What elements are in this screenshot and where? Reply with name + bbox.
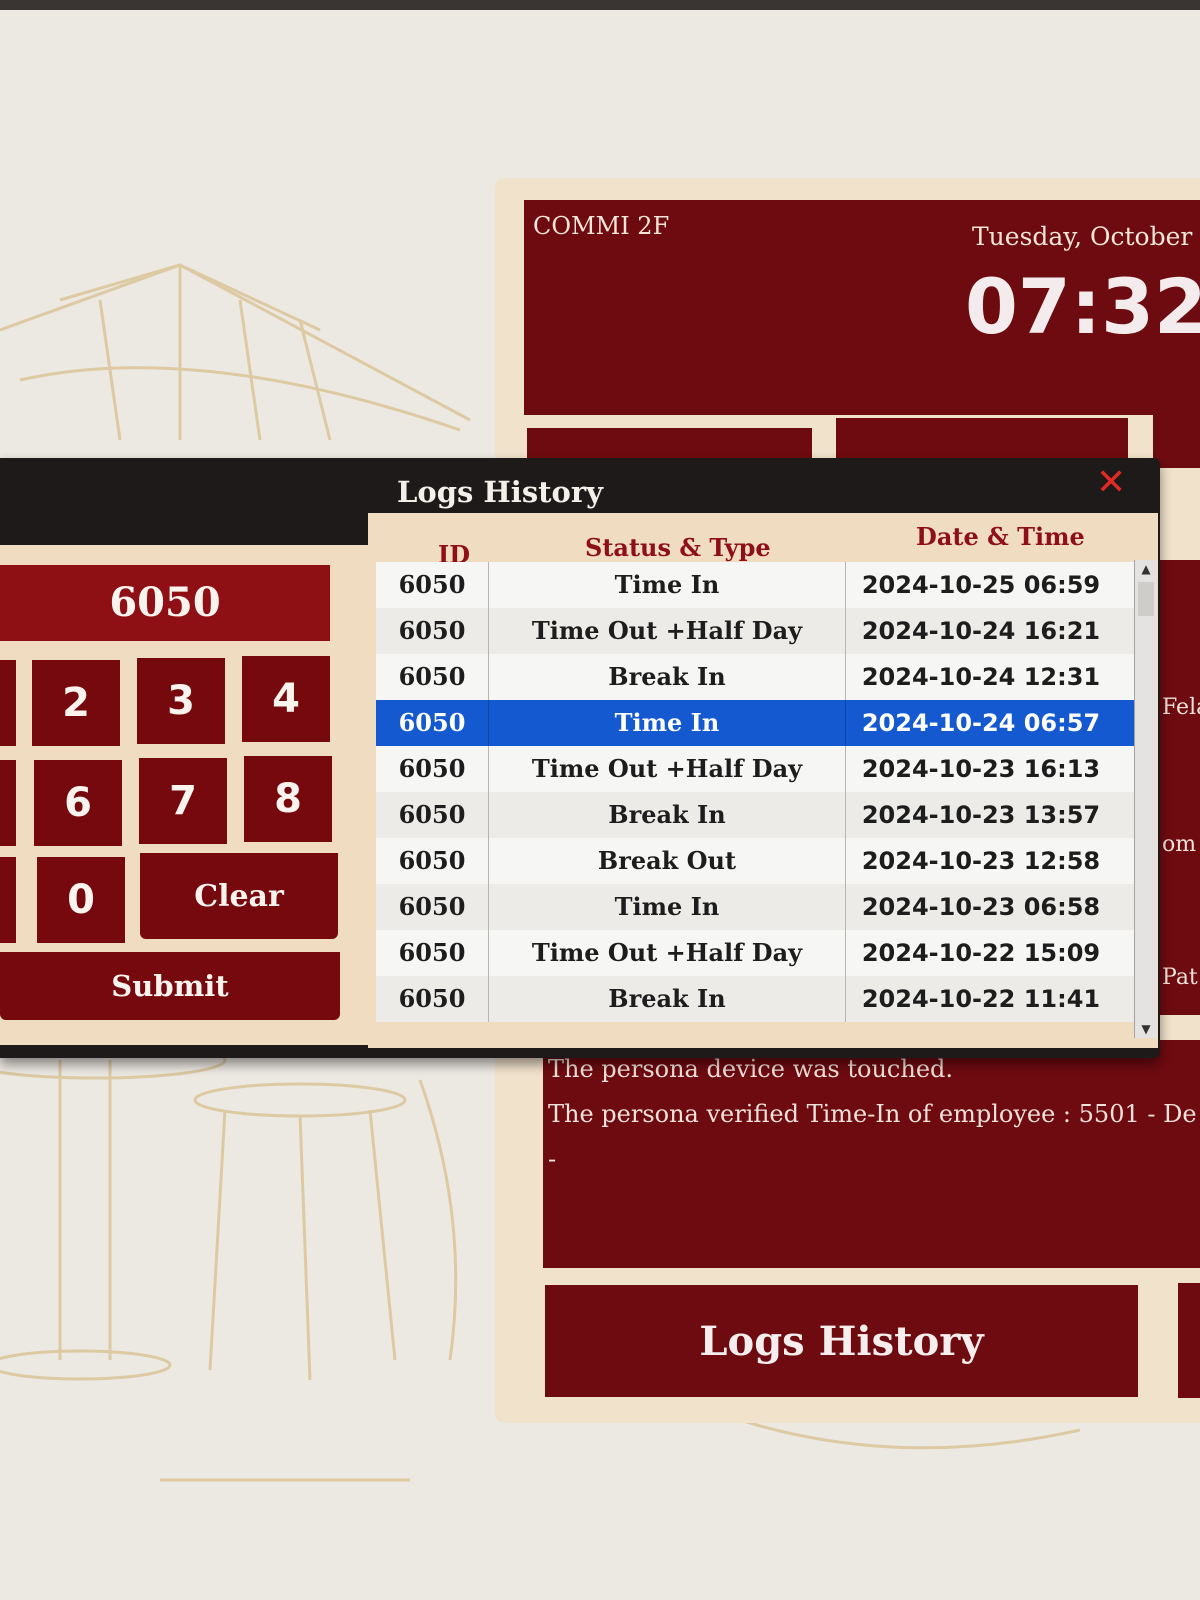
cell-datetime: 2024-10-25 06:59 xyxy=(861,571,1101,599)
table-row[interactable]: 6050 Time In 2024-10-25 06:59 xyxy=(376,562,1136,608)
employee-name: Pat xyxy=(1162,965,1198,990)
cell-datetime: 2024-10-24 12:31 xyxy=(861,663,1101,691)
cell-status: Time In xyxy=(489,884,846,930)
key-3[interactable]: 3 xyxy=(137,658,225,744)
key-7[interactable]: 7 xyxy=(139,758,227,844)
table-row[interactable]: 6050 Break In 2024-10-23 13:57 xyxy=(376,792,1136,838)
cell-id: 6050 xyxy=(376,608,489,654)
cell-datetime: 2024-10-23 12:58 xyxy=(861,847,1101,875)
clear-button[interactable]: Clear xyxy=(140,853,338,939)
cell-datetime: 2024-10-23 16:13 xyxy=(861,755,1101,783)
cell-status: Break In xyxy=(489,654,846,700)
cell-status: Break In xyxy=(489,976,846,1022)
cell-datetime: 2024-10-24 16:21 xyxy=(861,617,1101,645)
logs-table[interactable]: 6050 Time In 2024-10-25 06:59 6050 Time … xyxy=(376,562,1136,1038)
cell-status: Time Out +Half Day xyxy=(489,930,846,976)
cell-status: Time In xyxy=(489,700,846,746)
dialog-title: Logs History xyxy=(396,475,604,509)
logs-history-button[interactable]: Logs History xyxy=(545,1285,1138,1397)
cell-id: 6050 xyxy=(376,700,489,746)
key-2[interactable]: 2 xyxy=(32,660,120,746)
pin-display[interactable]: 6050 xyxy=(0,565,330,641)
cell-id: 6050 xyxy=(376,976,489,1022)
key-6[interactable]: 6 xyxy=(34,760,122,846)
submit-button[interactable]: Submit xyxy=(0,952,340,1020)
location-label: COMMI 2F xyxy=(533,212,670,240)
key-partial[interactable] xyxy=(0,760,16,846)
cell-status: Break In xyxy=(489,792,846,838)
key-0[interactable]: 0 xyxy=(37,857,125,943)
column-header-status: Status & Type xyxy=(585,533,771,562)
scroll-thumb[interactable] xyxy=(1138,582,1154,616)
cell-status: Break Out xyxy=(489,838,846,884)
employee-name: om xyxy=(1162,832,1197,857)
cell-datetime: 2024-10-24 06:57 xyxy=(861,709,1101,737)
cell-status: Time In xyxy=(489,562,846,608)
cell-datetime: 2024-10-23 06:58 xyxy=(861,893,1101,921)
key-partial[interactable] xyxy=(0,660,16,746)
screen-edge xyxy=(0,0,1200,10)
scroll-up-icon[interactable]: ▲ xyxy=(1135,560,1157,578)
cell-id: 6050 xyxy=(376,654,489,700)
key-8[interactable]: 8 xyxy=(244,756,332,842)
activity-message: The persona verified Time-In of employee… xyxy=(548,1100,1197,1128)
table-scrollbar[interactable]: ▲ ▼ xyxy=(1134,560,1157,1038)
cell-id: 6050 xyxy=(376,930,489,976)
scroll-down-icon[interactable]: ▼ xyxy=(1135,1020,1157,1038)
activity-message: The persona device was touched. xyxy=(548,1055,954,1083)
action-button[interactable] xyxy=(1178,1283,1200,1398)
table-row[interactable]: 6050 Break In 2024-10-24 12:31 xyxy=(376,654,1136,700)
key-4[interactable]: 4 xyxy=(242,656,330,742)
cell-id: 6050 xyxy=(376,562,489,608)
table-row[interactable]: 6050 Break Out 2024-10-23 12:58 xyxy=(376,838,1136,884)
table-row[interactable]: 6050 Time Out +Half Day 2024-10-24 16:21 xyxy=(376,608,1136,654)
cell-status: Time Out +Half Day xyxy=(489,746,846,792)
cell-status: Time Out +Half Day xyxy=(489,608,846,654)
table-row[interactable]: 6050 Time Out +Half Day 2024-10-22 15:09 xyxy=(376,930,1136,976)
cell-datetime: 2024-10-22 11:41 xyxy=(861,985,1101,1013)
table-row[interactable]: 6050 Time In 2024-10-23 06:58 xyxy=(376,884,1136,930)
cell-id: 6050 xyxy=(376,838,489,884)
table-row[interactable]: 6050 Time Out +Half Day 2024-10-23 16:13 xyxy=(376,746,1136,792)
table-row[interactable]: 6050 Break In 2024-10-22 11:41 xyxy=(376,976,1136,1022)
column-header-datetime: Date & Time xyxy=(916,522,1085,551)
status-tile[interactable] xyxy=(1153,414,1200,468)
key-partial[interactable] xyxy=(0,857,16,943)
current-date: Tuesday, October xyxy=(972,222,1193,251)
current-time: 07:32 xyxy=(965,262,1200,351)
employee-list-panel xyxy=(1160,560,1200,1015)
cell-id: 6050 xyxy=(376,792,489,838)
cell-datetime: 2024-10-22 15:09 xyxy=(861,939,1101,967)
cell-id: 6050 xyxy=(376,884,489,930)
close-icon[interactable]: ✕ xyxy=(1096,462,1126,503)
employee-name: Fela xyxy=(1162,695,1200,720)
table-row-selected[interactable]: 6050 Time In 2024-10-24 06:57 xyxy=(376,700,1136,746)
cell-datetime: 2024-10-23 13:57 xyxy=(861,801,1101,829)
cell-id: 6050 xyxy=(376,746,489,792)
activity-message: - xyxy=(548,1145,557,1173)
